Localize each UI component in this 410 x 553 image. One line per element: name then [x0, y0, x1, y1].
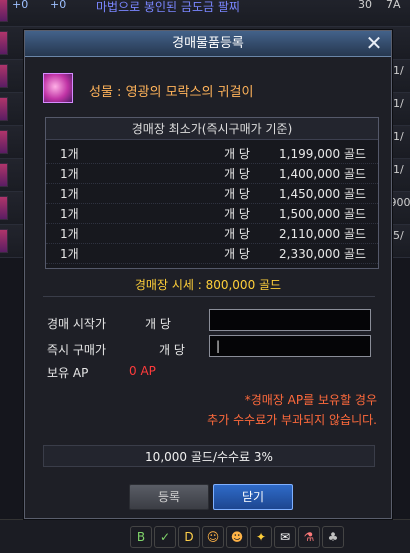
price-per: 개 당 [224, 207, 250, 221]
price-amount: 1,400,000 골드 [279, 167, 366, 181]
price-qty: 1개 [60, 167, 79, 181]
enhance-level: +0 [12, 0, 29, 11]
close-icon[interactable]: ✕ [363, 33, 385, 54]
price-row: 1개 개 당 2,110,000 골드 [46, 224, 378, 244]
auction-register-dialog: 경매물품등록 ✕ 성물 : 영광의 모락스의 귀걸이 경매장 최소가(즉시구매가… [24, 30, 392, 519]
price-qty: 1개 [60, 247, 79, 261]
toolbar-icon[interactable]: D [178, 526, 200, 548]
close-button[interactable]: 닫기 [213, 484, 293, 510]
price-row: 1개 개 당 1,400,000 골드 [46, 164, 378, 184]
buyout-price-label: 즉시 구매가 [47, 343, 107, 357]
price-qty: 1개 [60, 147, 79, 161]
price-row: 1개 개 당 1,450,000 골드 [46, 184, 378, 204]
price-per: 개 당 [224, 147, 250, 161]
item-thumbnail [0, 163, 8, 187]
price-qty: 1개 [60, 227, 79, 241]
toolbar-icon[interactable]: ✓ [154, 526, 176, 548]
toolbar-icon[interactable]: ☻ [226, 526, 248, 548]
price-per: 개 당 [224, 227, 250, 241]
background-list-row: +0 +0 마법으로 봉인된 금도금 팔찌 30 7A [0, 0, 410, 27]
price-amount: 1,199,000 골드 [279, 147, 366, 161]
item-thumbnail [0, 196, 8, 220]
buyout-price-input[interactable]: | [209, 335, 371, 357]
item-count: 7A [386, 0, 401, 11]
item-icon [43, 73, 73, 103]
price-per: 개 당 [224, 187, 250, 201]
toolbar-icon[interactable]: B [130, 526, 152, 548]
price-row: 1개 개 당 1,199,000 골드 [46, 144, 378, 164]
register-button[interactable]: 등록 [129, 484, 209, 510]
price-per: 개 당 [224, 247, 250, 261]
ap-notice-line1: *경매장 AP를 보유할 경우 [244, 393, 377, 407]
ap-value: 0 AP [129, 364, 156, 378]
lowest-price-table: 경매장 최소가(즉시구매가 기준) 1개 개 당 1,199,000 골드 1개 개 당… [45, 117, 379, 269]
item-name: 마법으로 봉인된 금도금 팔찌 [96, 0, 240, 14]
price-amount: 2,110,000 골드 [279, 227, 366, 241]
item-thumbnail [0, 130, 8, 154]
toolbar-icon[interactable]: ✉ [274, 526, 296, 548]
fee-info: 10,000 골드/수수료 3% [43, 445, 375, 467]
ap-notice-line2: 추가 수수료가 부과되지 않습니다. [207, 413, 377, 427]
price-amount: 1,500,000 골드 [279, 207, 366, 221]
start-price-label: 경매 시작가 [47, 317, 107, 331]
price-amount: 2,330,000 골드 [279, 247, 366, 261]
bottom-toolbar: B ✓ D ☺ ☻ ✦ ✉ ⚗ ♣ [0, 519, 410, 553]
price-row: 1개 개 당 1,500,000 골드 [46, 204, 378, 224]
item-thumbnail [0, 229, 8, 253]
toolbar-icon[interactable]: ♣ [322, 526, 344, 548]
item-thumbnail [0, 97, 8, 121]
start-price-input[interactable] [209, 309, 371, 331]
toolbar-icon[interactable]: ✦ [250, 526, 272, 548]
buyout-price-per-label: 개 당 [159, 343, 185, 357]
item-thumbnail [0, 0, 8, 22]
price-row: 1개 개 당 2,330,000 골드 [46, 244, 378, 264]
ap-label: 보유 AP [47, 366, 89, 380]
item-level: 30 [358, 0, 372, 11]
start-price-per-label: 개 당 [145, 317, 171, 331]
price-amount: 1,450,000 골드 [279, 187, 366, 201]
item-name: 성물 : 영광의 모락스의 귀걸이 [89, 85, 254, 100]
toolbar-icon[interactable]: ⚗ [298, 526, 320, 548]
divider [43, 296, 375, 297]
item-thumbnail [0, 64, 8, 88]
item-thumbnail [0, 31, 8, 55]
market-price: 경매장 시세 : 800,000 골드 [134, 278, 282, 292]
refine-level: +0 [50, 0, 67, 11]
price-qty: 1개 [60, 187, 79, 201]
lowest-price-header: 경매장 최소가(즉시구매가 기준) [46, 118, 378, 140]
dialog-title: 경매물품등록 [25, 31, 391, 57]
price-qty: 1개 [60, 207, 79, 221]
price-per: 개 당 [224, 167, 250, 181]
toolbar-icon[interactable]: ☺ [202, 526, 224, 548]
